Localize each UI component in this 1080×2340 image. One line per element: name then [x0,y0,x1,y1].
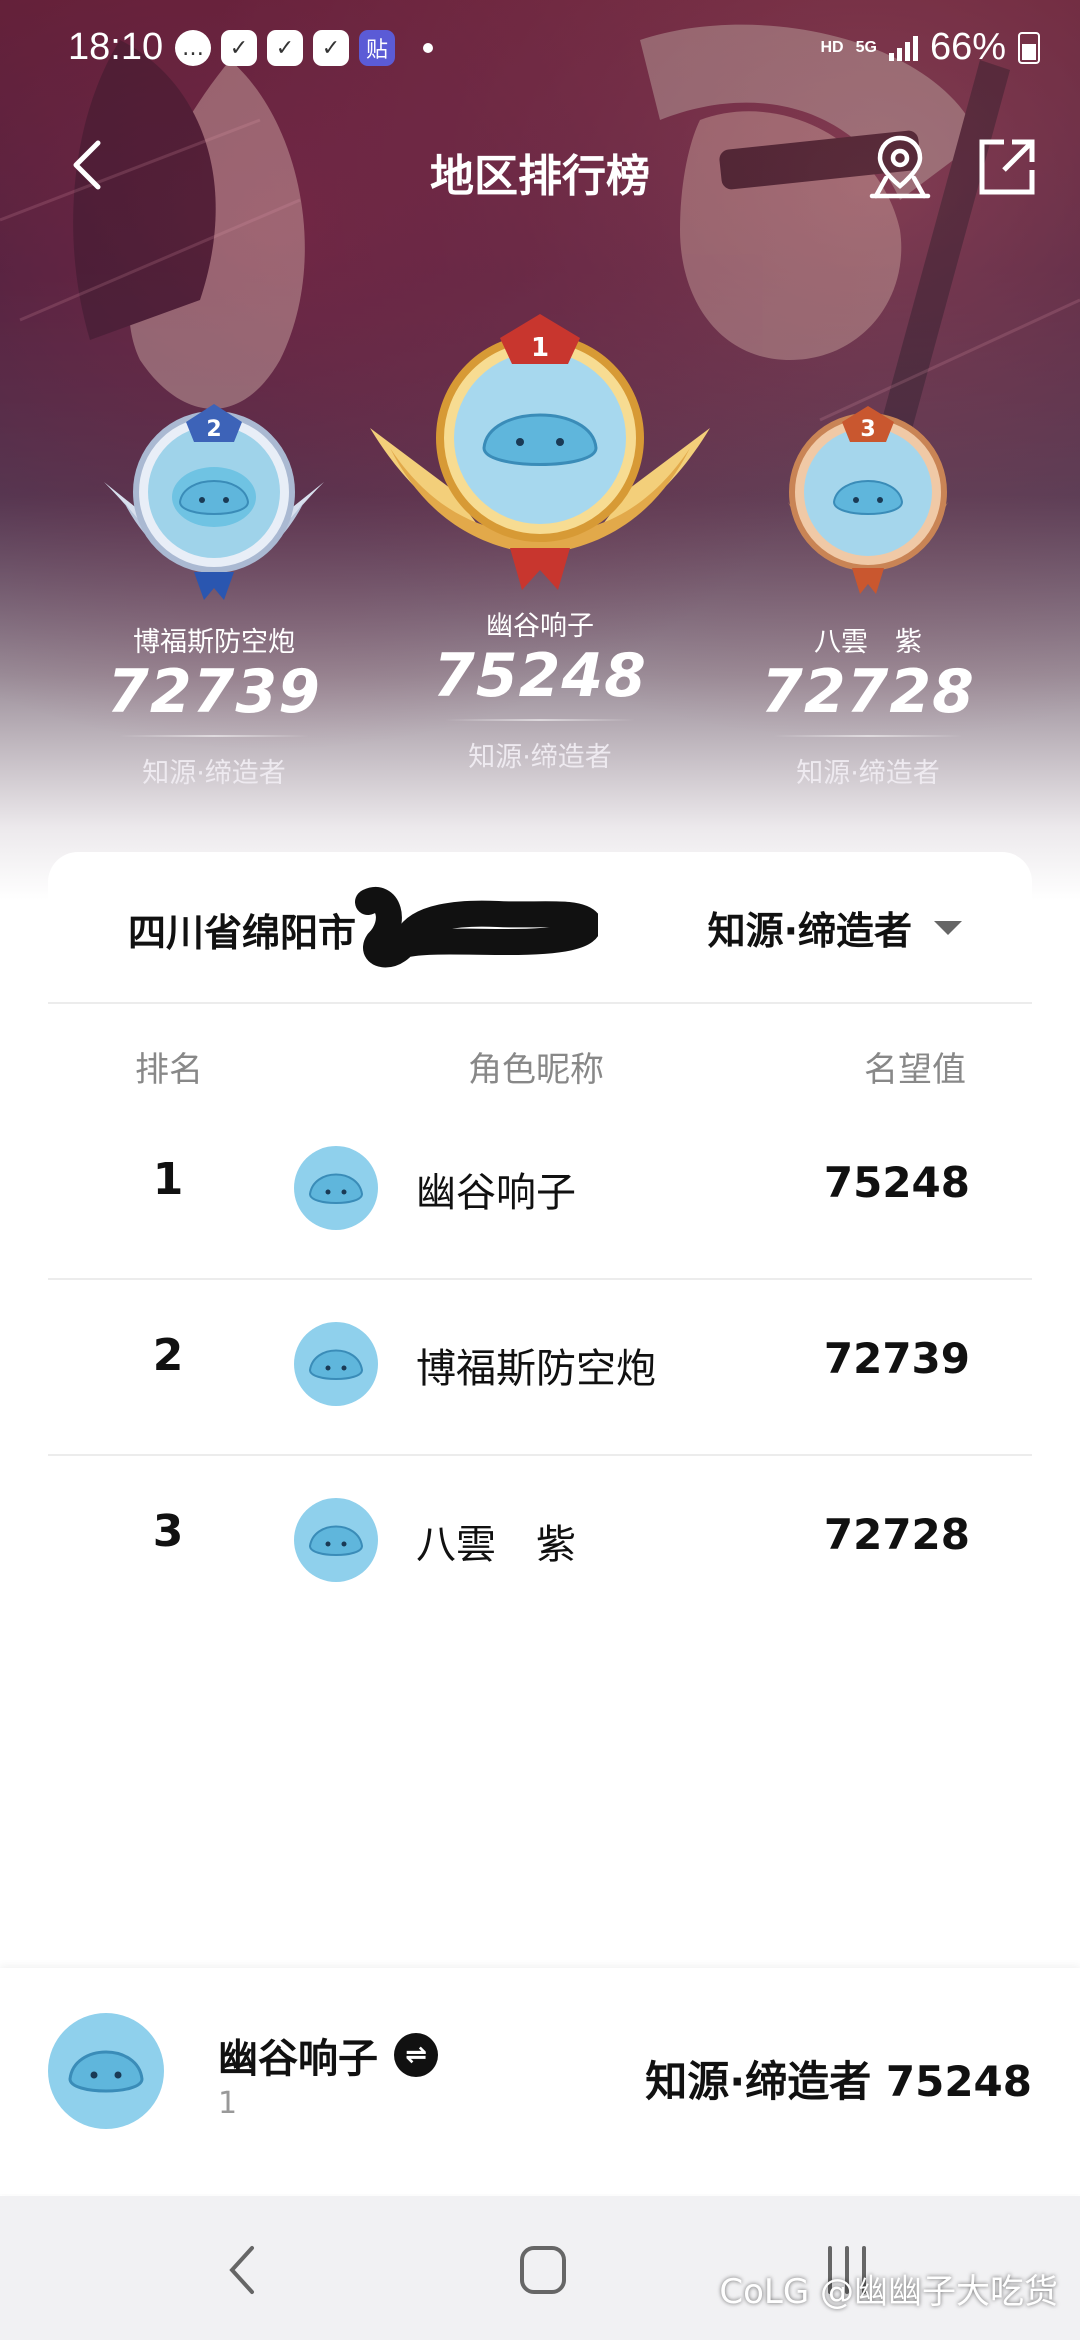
podium-third[interactable]: 3 八雲 紫 72728 知源·缔造者 [728,392,1008,790]
podium-score: 72728 [761,657,975,727]
map-pin-icon[interactable] [868,132,932,202]
svg-text:2: 2 [206,417,221,442]
region-selector[interactable]: 四川省绵阳市 [128,902,356,957]
podium-name: 博福斯防空炮 [133,627,295,658]
nav-back-icon[interactable] [222,2242,262,2298]
row-name: 幽谷响子 [416,1170,576,1216]
my-rank: 1 [218,2086,238,2121]
my-title-score: 知源·缔造者 75248 [645,2057,1032,2106]
row-score: 72728 [823,1510,970,1559]
filter-bar: 四川省绵阳市 知源·缔造者 [48,852,1032,1004]
podium-title: 知源·缔造者 [142,758,286,789]
my-rank-bar[interactable]: 幽谷响子 ⇌ 1 知源·缔造者 75248 [0,1968,1080,2194]
network-type: 5G [855,38,877,56]
battery-icon [1018,31,1040,64]
bronze-rank-badge-icon: 3 [788,406,948,594]
silver-rank-badge-icon: 2 [104,404,324,600]
my-name-row: 幽谷响子 ⇌ [218,2026,438,2084]
status-bar: 18:10 … ✓ ✓ ✓ 贴 HD 5G 66% [0,0,1080,100]
nav-home-icon[interactable] [518,2242,568,2298]
hd-indicator: HD [820,38,844,56]
signal-icon [888,35,918,61]
caret-down-icon [934,920,962,935]
svg-text:3: 3 [860,417,875,442]
podium-name: 幽谷响子 [486,611,594,642]
row-name: 八雲 紫 [416,1522,576,1568]
switch-icon[interactable]: ⇌ [394,2033,438,2077]
column-rank: 排名 [135,1050,203,1090]
tieba-icon: 贴 [359,30,395,66]
svg-text:1: 1 [531,333,549,363]
row-name: 博福斯防空炮 [416,1346,656,1392]
table-row[interactable]: 2 博福斯防空炮 72739 [48,1280,1032,1456]
row-score: 72739 [823,1334,970,1383]
row-rank: 3 [152,1506,184,1557]
row-rank: 2 [152,1330,184,1381]
avatar [294,1146,378,1230]
ranking-card: 四川省绵阳市 知源·缔造者 排名 角色昵称 名望值 1 幽谷响子 75248 2… [48,852,1032,1972]
podium-score: 72739 [107,657,321,727]
status-right: HD 5G 66% [820,26,1040,69]
table-row[interactable]: 1 幽谷响子 75248 [48,1104,1032,1280]
notification-icons: … ✓ ✓ ✓ 贴 [175,30,433,66]
podium-title: 知源·缔造者 [796,758,940,789]
podium-second[interactable]: 2 博福斯防空炮 72739 知源·缔造者 [74,392,354,790]
more-notifications-dot [423,43,433,53]
row-score: 75248 [823,1158,970,1207]
podium-score: 75248 [433,641,647,711]
column-score: 名望值 [864,1050,966,1090]
check-app-icon: ✓ [221,30,257,66]
title-filter-dropdown[interactable]: 知源·缔造者 [708,900,962,955]
table-row[interactable]: 3 八雲 紫 72728 [48,1456,1032,1630]
podium-first[interactable]: 1 幽谷响子 75248 知源·缔造者 [360,308,720,774]
message-icon: … [175,30,211,66]
divider [119,735,309,737]
watermark: CoLG @幽幽子大吃货 [719,2272,1058,2312]
gold-rank-badge-icon: 1 [370,314,710,590]
row-rank: 1 [152,1154,184,1205]
check-app-icon: ✓ [313,30,349,66]
podium-title: 知源·缔造者 [468,742,612,773]
redaction-scribble [355,887,598,968]
share-external-icon[interactable] [976,136,1038,198]
status-time: 18:10 [68,26,164,68]
divider [773,735,963,737]
column-name: 角色昵称 [468,1050,604,1090]
title-filter-label: 知源·缔造者 [707,909,912,953]
podium-name: 八雲 紫 [814,627,922,658]
divider [445,719,635,721]
my-name: 幽谷响子 [218,2036,378,2082]
check-app-icon: ✓ [267,30,303,66]
avatar [294,1498,378,1582]
avatar [48,2013,164,2129]
battery-percent: 66% [929,26,1006,68]
avatar [294,1322,378,1406]
table-header: 排名 角色昵称 名望值 [48,1004,1032,1104]
